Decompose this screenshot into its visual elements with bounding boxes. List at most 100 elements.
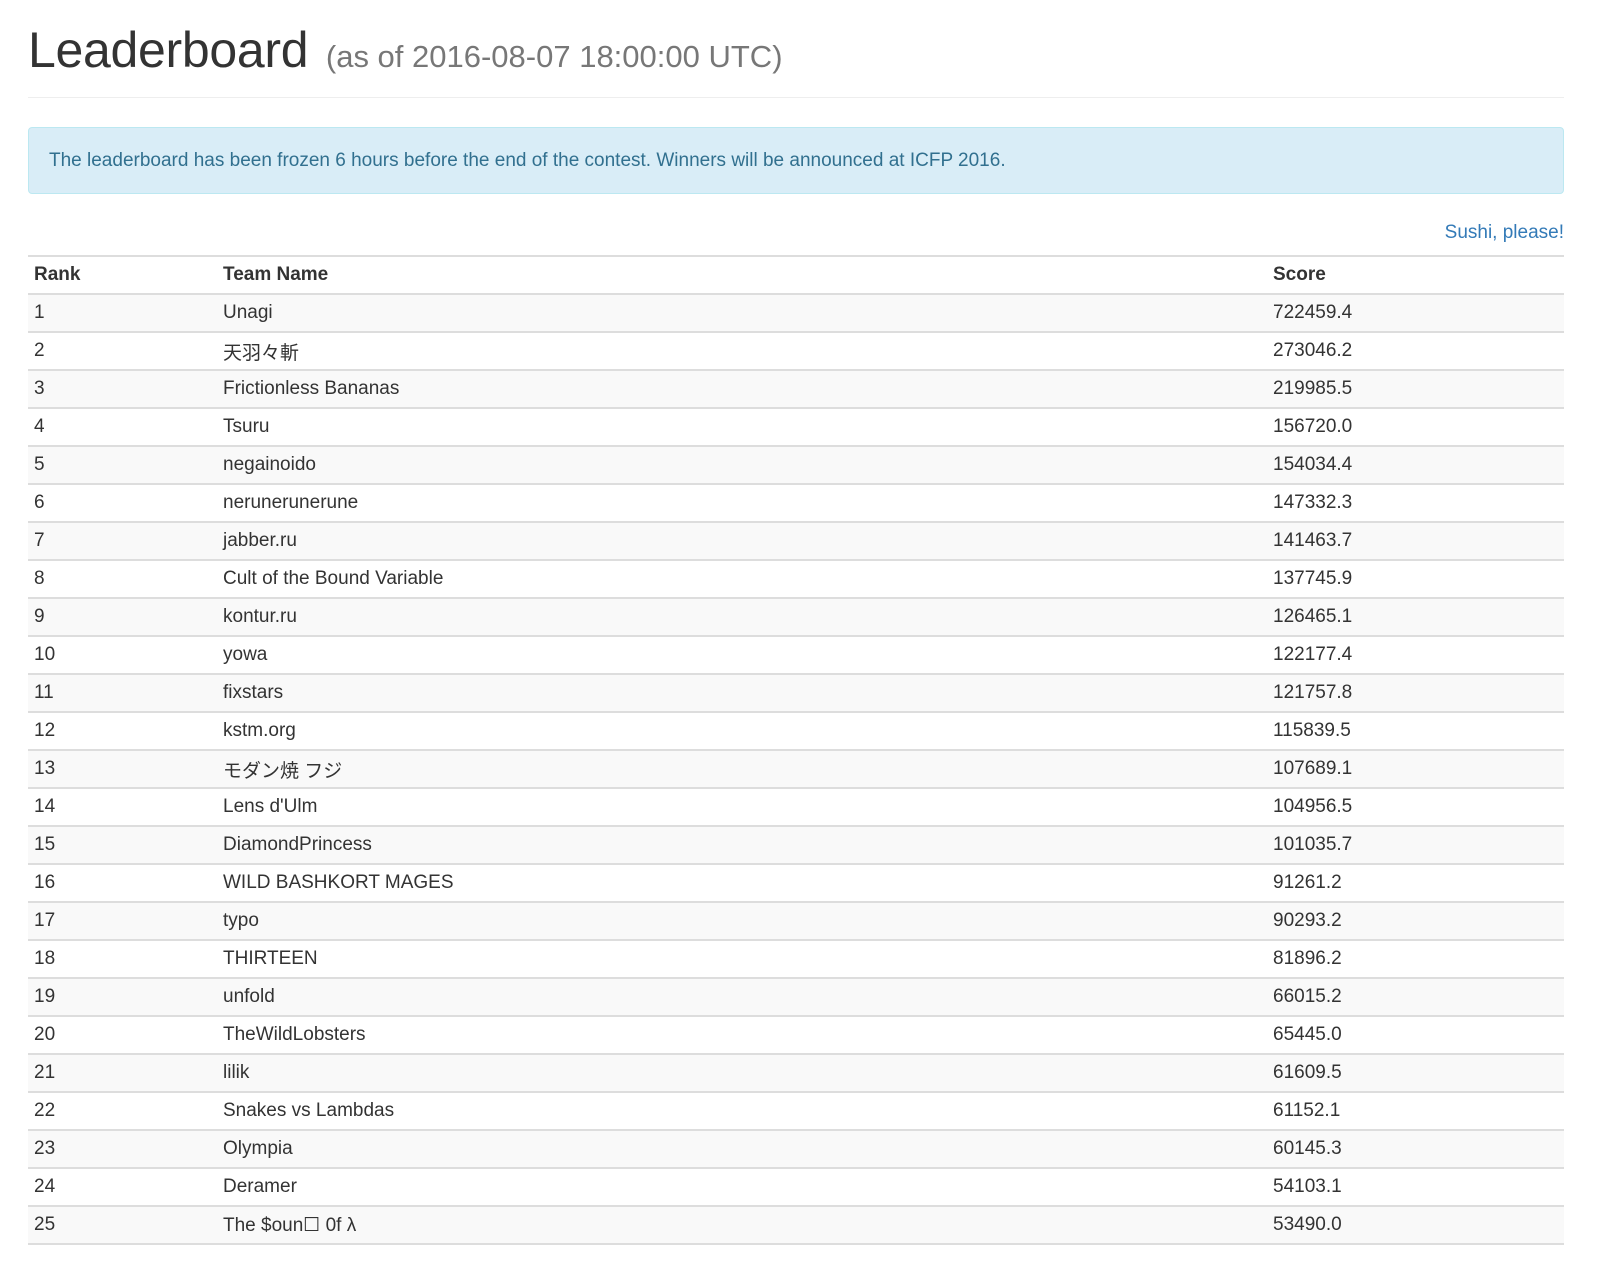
column-header-team-name: Team Name xyxy=(217,256,1267,295)
table-row: 5 negainoido 154034.4 xyxy=(28,446,1564,485)
page-title-text: Leaderboard xyxy=(28,22,309,78)
rank-cell: 16 xyxy=(28,864,217,903)
table-header-row: Rank Team Name Score xyxy=(28,256,1564,295)
rank-cell: 15 xyxy=(28,826,217,865)
team-name-cell: 天羽々斬 xyxy=(217,332,1267,371)
score-cell: 65445.0 xyxy=(1267,1016,1564,1055)
team-name-cell: TheWildLobsters xyxy=(217,1016,1267,1055)
team-name-cell: モダン焼 フジ xyxy=(217,750,1267,789)
table-row: 11 fixstars 121757.8 xyxy=(28,674,1564,713)
score-cell: 101035.7 xyxy=(1267,826,1564,865)
score-cell: 107689.1 xyxy=(1267,750,1564,789)
team-name-cell: typo xyxy=(217,902,1267,941)
info-alert: The leaderboard has been frozen 6 hours … xyxy=(28,127,1564,194)
rank-cell: 9 xyxy=(28,598,217,637)
table-row: 14 Lens d'Ulm 104956.5 xyxy=(28,788,1564,827)
team-name-cell: kstm.org xyxy=(217,712,1267,751)
team-name-cell: Lens d'Ulm xyxy=(217,788,1267,827)
rank-cell: 1 xyxy=(28,294,217,333)
score-cell: 156720.0 xyxy=(1267,408,1564,447)
table-row: 20 TheWildLobsters 65445.0 xyxy=(28,1016,1564,1055)
score-cell: 219985.5 xyxy=(1267,370,1564,409)
table-row: 19 unfold 66015.2 xyxy=(28,978,1564,1017)
score-cell: 53490.0 xyxy=(1267,1206,1564,1245)
score-cell: 61609.5 xyxy=(1267,1054,1564,1093)
table-row: 22 Snakes vs Lambdas 61152.1 xyxy=(28,1092,1564,1131)
table-row: 2 天羽々斬 273046.2 xyxy=(28,332,1564,371)
leaderboard-body: 1 Unagi 722459.4 2 天羽々斬 273046.2 3 Frictionless… xyxy=(28,294,1564,1245)
table-row: 4 Tsuru 156720.0 xyxy=(28,408,1564,447)
sushi-row: Sushi, please! xyxy=(28,223,1564,255)
team-name-cell: The $oun☐ 0f λ xyxy=(217,1206,1267,1245)
score-cell: 115839.5 xyxy=(1267,712,1564,751)
rank-cell: 23 xyxy=(28,1130,217,1169)
table-row: 24 Deramer 54103.1 xyxy=(28,1168,1564,1207)
team-name-cell: unfold xyxy=(217,978,1267,1017)
rank-cell: 4 xyxy=(28,408,217,447)
team-name-cell: Tsuru xyxy=(217,408,1267,447)
team-name-cell: Deramer xyxy=(217,1168,1267,1207)
team-name-cell: negainoido xyxy=(217,446,1267,485)
team-name-cell: Unagi xyxy=(217,294,1267,333)
score-cell: 61152.1 xyxy=(1267,1092,1564,1131)
rank-cell: 6 xyxy=(28,484,217,523)
table-row: 6 nerunerunerune 147332.3 xyxy=(28,484,1564,523)
rank-cell: 20 xyxy=(28,1016,217,1055)
score-cell: 66015.2 xyxy=(1267,978,1564,1017)
table-row: 18 THIRTEEN 81896.2 xyxy=(28,940,1564,979)
score-cell: 54103.1 xyxy=(1267,1168,1564,1207)
score-cell: 273046.2 xyxy=(1267,332,1564,371)
score-cell: 91261.2 xyxy=(1267,864,1564,903)
table-row: 3 Frictionless Bananas 219985.5 xyxy=(28,370,1564,409)
team-name-cell: fixstars xyxy=(217,674,1267,713)
rank-cell: 12 xyxy=(28,712,217,751)
rank-cell: 10 xyxy=(28,636,217,675)
team-name-cell: nerunerunerune xyxy=(217,484,1267,523)
table-row: 15 DiamondPrincess 101035.7 xyxy=(28,826,1564,865)
score-cell: 104956.5 xyxy=(1267,788,1564,827)
score-cell: 121757.8 xyxy=(1267,674,1564,713)
rank-cell: 19 xyxy=(28,978,217,1017)
score-cell: 81896.2 xyxy=(1267,940,1564,979)
rank-cell: 3 xyxy=(28,370,217,409)
page-title: Leaderboard (as of 2016-08-07 18:00:00 U… xyxy=(28,22,1564,85)
table-row: 7 jabber.ru 141463.7 xyxy=(28,522,1564,561)
score-cell: 126465.1 xyxy=(1267,598,1564,637)
alert-message: The leaderboard has been frozen 6 hours … xyxy=(49,149,1006,171)
team-name-cell: lilik xyxy=(217,1054,1267,1093)
table-row: 25 The $oun☐ 0f λ 53490.0 xyxy=(28,1206,1564,1245)
score-cell: 147332.3 xyxy=(1267,484,1564,523)
rank-cell: 2 xyxy=(28,332,217,371)
main-container: Leaderboard (as of 2016-08-07 18:00:00 U… xyxy=(28,0,1564,1245)
rank-cell: 17 xyxy=(28,902,217,941)
score-cell: 122177.4 xyxy=(1267,636,1564,675)
page-subtitle: (as of 2016-08-07 18:00:00 UTC) xyxy=(325,39,783,74)
table-row: 21 lilik 61609.5 xyxy=(28,1054,1564,1093)
rank-cell: 22 xyxy=(28,1092,217,1131)
table-row: 8 Cult of the Bound Variable 137745.9 xyxy=(28,560,1564,599)
team-name-cell: jabber.ru xyxy=(217,522,1267,561)
table-row: 10 yowa 122177.4 xyxy=(28,636,1564,675)
score-cell: 722459.4 xyxy=(1267,294,1564,333)
rank-cell: 5 xyxy=(28,446,217,485)
score-cell: 60145.3 xyxy=(1267,1130,1564,1169)
team-name-cell: Frictionless Bananas xyxy=(217,370,1267,409)
table-row: 17 typo 90293.2 xyxy=(28,902,1564,941)
team-name-cell: WILD BASHKORT MAGES xyxy=(217,864,1267,903)
table-row: 16 WILD BASHKORT MAGES 91261.2 xyxy=(28,864,1564,903)
rank-cell: 25 xyxy=(28,1206,217,1245)
table-row: 13 モダン焼 フジ 107689.1 xyxy=(28,750,1564,789)
score-cell: 137745.9 xyxy=(1267,560,1564,599)
team-name-cell: yowa xyxy=(217,636,1267,675)
rank-cell: 14 xyxy=(28,788,217,827)
rank-cell: 24 xyxy=(28,1168,217,1207)
team-name-cell: DiamondPrincess xyxy=(217,826,1267,865)
table-row: 12 kstm.org 115839.5 xyxy=(28,712,1564,751)
column-header-rank: Rank xyxy=(28,256,217,295)
table-row: 23 Olympia 60145.3 xyxy=(28,1130,1564,1169)
team-name-cell: Olympia xyxy=(217,1130,1267,1169)
table-row: 9 kontur.ru 126465.1 xyxy=(28,598,1564,637)
sushi-link[interactable]: Sushi, please! xyxy=(1445,222,1564,243)
rank-cell: 7 xyxy=(28,522,217,561)
score-cell: 154034.4 xyxy=(1267,446,1564,485)
